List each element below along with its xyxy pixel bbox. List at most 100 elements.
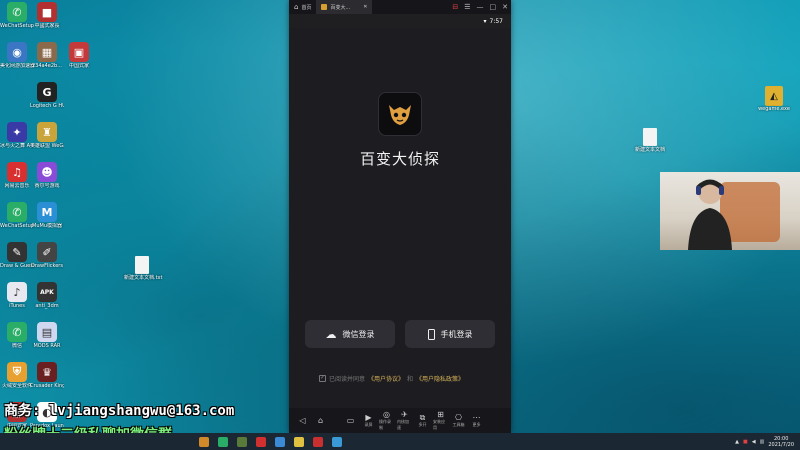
maximize-icon[interactable]: □ (490, 3, 497, 11)
desktop-icon-label: 美化网游加速器 (0, 63, 34, 69)
desktop-icon[interactable]: ✦冰与火之舞 A Dance of Fire (0, 122, 34, 149)
toolbar-item[interactable]: ⧉ 多开 (415, 413, 430, 428)
app-icon: APK (37, 282, 57, 302)
toolbar-item[interactable]: ◎ 操作录制 (379, 410, 394, 431)
agreement-checkbox[interactable]: ✓ (319, 375, 326, 382)
desktop-icon[interactable]: ■ 中國式家長 (30, 2, 64, 29)
phone-status-bar: ▾ 7:57 (289, 14, 511, 28)
desktop-icon-label: iTunes (9, 303, 25, 309)
app-icon: M (37, 202, 57, 222)
phone-icon (427, 328, 435, 340)
system-tray: ▲ ■ ◀ ▥ 20:00 2021/7/20 (735, 433, 794, 450)
app-icon: ✆ (7, 2, 27, 22)
text-file-icon (643, 128, 657, 146)
taskbar-app-icon[interactable] (256, 436, 266, 447)
desktop-icon-textfile-right[interactable]: 新建文本文档 (632, 128, 668, 153)
desktop-icon[interactable]: APK anti_3dm (30, 282, 64, 309)
taskbar-app-icon[interactable] (199, 436, 209, 447)
home-icon: ⌂ (294, 3, 299, 11)
taskbar-app-icon[interactable] (275, 436, 285, 447)
desktop-icon-label: 中國式家長 (34, 23, 60, 29)
toolbar-item[interactable]: ▭ (343, 416, 358, 425)
tray-app-icon[interactable]: ■ (743, 439, 748, 445)
toolbar-item[interactable]: ⎔ 工具箱 (451, 413, 466, 428)
desktop-icon[interactable]: ✆ WeChatSetup (0, 2, 34, 29)
desktop-icon[interactable]: ☻ 赛尔号游戏 (30, 162, 64, 189)
phone-login-button[interactable]: 手机登录 (405, 320, 495, 348)
toolbar-item[interactable]: ⊞ 安装应用 (433, 410, 448, 431)
taskbar: ▲ ■ ◀ ▥ 20:00 2021/7/20 (0, 433, 800, 450)
desktop-icon-wegame[interactable]: ◭ wegame.exe (756, 86, 792, 112)
desktop-icon[interactable]: M MuMu模拟器 (30, 202, 64, 229)
emulator-window: ⌂ 首页 百变大... ✕ ⊟ ☰ — □ ✕ ▾ 7:57 百变大侦探 ☁ 微… (289, 0, 511, 433)
wechat-icon: ☁ (325, 327, 337, 341)
menu-icon[interactable]: ☰ (464, 3, 470, 11)
tab-label: 百变大... (330, 4, 351, 11)
desktop-icon-label: Draw & Guess (0, 263, 34, 269)
button-label: 手机登录 (440, 329, 473, 339)
toolbar-label: 内核加速 (397, 419, 409, 430)
volume-icon[interactable]: ◀ (752, 439, 756, 445)
mailbox-icon[interactable]: ⊟ (452, 3, 458, 11)
desktop-icon[interactable]: ▣ 中国式家 (62, 42, 96, 69)
wifi-icon: ▾ (483, 17, 487, 25)
desktop-icon-label: 英雄联盟 WeGame版 (30, 143, 64, 149)
desktop-icon-grid: ✆ WeChatSetup ■ 中國式家長 ◉ 美化网游加速器 ▦ 234a4e2b... ▣ 中… (0, 0, 110, 429)
privacy-policy-link[interactable]: 《用户隐私政策》 (416, 374, 464, 383)
desktop-icon[interactable]: ⛨ 火绒安全软件 (0, 362, 34, 389)
tab-app[interactable]: 百变大... ✕ (316, 0, 373, 14)
desktop-icon[interactable]: ♜英雄联盟 WeGame版 (30, 122, 64, 149)
toolbar-item[interactable]: ⋯ 更多 (469, 413, 484, 428)
app-icon: ▦ (37, 42, 57, 62)
app-icon: ☻ (37, 162, 57, 182)
tab-home[interactable]: ⌂ 首页 (289, 0, 316, 14)
desktop-icon[interactable]: ▦ 234a4e2b... (30, 42, 64, 69)
desktop-icon[interactable]: ▤ MODS RAR (30, 322, 64, 349)
close-tab-icon[interactable]: ✕ (363, 4, 367, 10)
desktop-icon[interactable]: ◉ 美化网游加速器 (0, 42, 34, 69)
minimize-icon[interactable]: — (477, 3, 484, 11)
taskbar-app-icon[interactable] (237, 436, 247, 447)
taskbar-app-icon[interactable] (218, 436, 228, 447)
desktop-icon[interactable]: ✎ Draw & Guess (0, 242, 34, 269)
desktop-icon-label: 网易云音乐 (4, 183, 30, 189)
app-icon: ✎ (7, 242, 27, 262)
toolbar-item[interactable]: ⌂ (313, 416, 328, 425)
app-icon: ▤ (37, 322, 57, 342)
desktop-icon[interactable]: GLogitech G HUB (30, 82, 64, 109)
desktop-icon[interactable]: ♛Crusader Kings III (30, 362, 64, 389)
desktop-icon-label: MODS RAR (33, 343, 61, 349)
desktop-icon-label: 中国式家 (68, 63, 89, 69)
toolbar-label: 多开 (418, 422, 427, 427)
wechat-login-button[interactable]: ☁ 微信登录 (305, 320, 395, 348)
business-contact-overlay: 商务: lvjiangshangwu@163.com (4, 403, 235, 419)
app-icon: ✆ (7, 322, 27, 342)
desktop-icon-label: WeChatSetup (0, 23, 34, 29)
taskbar-app-icon[interactable] (332, 436, 342, 447)
desktop-icon-label: MuMu模拟器 (32, 223, 62, 229)
desktop-icon[interactable]: ✐ DrawFlickers (30, 242, 64, 269)
desktop-icon-textfile[interactable]: 新建文本文档.txt (124, 256, 162, 281)
app-tab-icon (321, 4, 328, 10)
tray-icon[interactable]: ▲ (735, 439, 739, 445)
network-icon[interactable]: ▥ (760, 439, 765, 445)
toolbar-item[interactable]: ◁ (295, 416, 310, 425)
tab-label: 首页 (301, 4, 312, 11)
toolbar-icon: ⎔ (455, 413, 462, 422)
desktop-icon[interactable]: ✆ WeChatSetup (0, 202, 34, 229)
toolbar-item[interactable]: ✈ 内核加速 (397, 410, 412, 431)
desktop-icon-label: DrawFlickers (31, 263, 63, 269)
desktop-icon[interactable]: ♪ iTunes (0, 282, 34, 309)
desktop-icon[interactable]: ✆ 微信 (0, 322, 34, 349)
close-icon[interactable]: ✕ (502, 3, 508, 11)
taskbar-app-icon[interactable] (313, 436, 323, 447)
desktop-icon-label: 新建文本文档 (634, 147, 665, 153)
toolbar-item[interactable]: ▶ 录屏 (361, 413, 376, 428)
clock-date: 2021/7/20 (768, 441, 794, 448)
wegame-icon: ◭ (765, 86, 783, 106)
desktop-icon[interactable]: ♫ 网易云音乐 (0, 162, 34, 189)
taskbar-clock[interactable]: 20:00 2021/7/20 (768, 436, 794, 448)
user-protocol-link[interactable]: 《用户协议》 (368, 374, 404, 383)
taskbar-app-icon[interactable] (294, 436, 304, 447)
desktop-icon-label: 赛尔号游戏 (34, 183, 60, 189)
